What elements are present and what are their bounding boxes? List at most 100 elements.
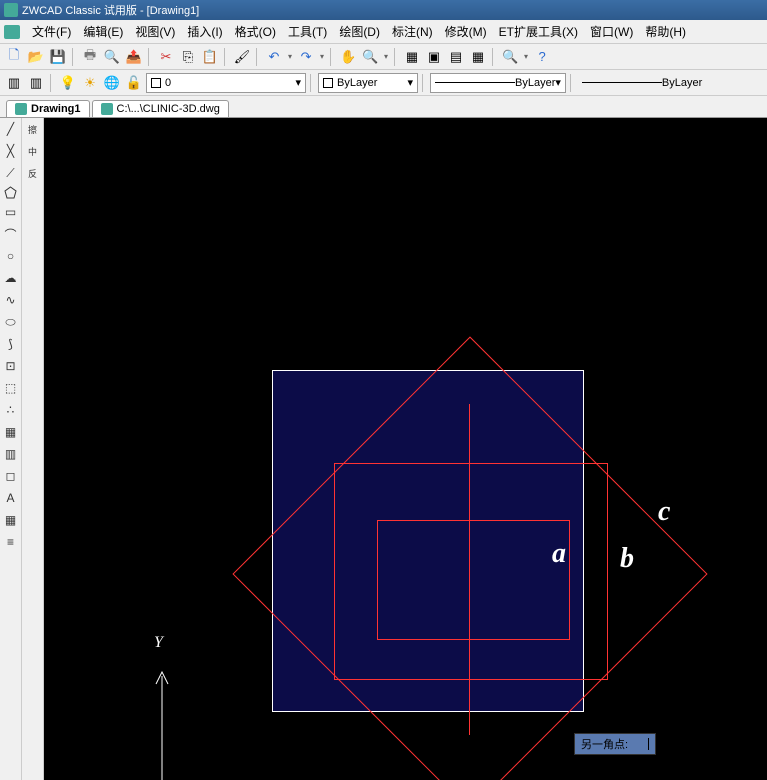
erase-icon[interactable]: 擦 — [24, 120, 42, 138]
props-button[interactable]: ▤ — [446, 47, 466, 67]
drawing-canvas[interactable]: a b c Y 另一角点: — [44, 118, 767, 780]
layer-states-button[interactable]: ▥ — [26, 73, 46, 93]
doc-icon[interactable] — [4, 25, 20, 39]
gradient-icon[interactable]: ▥ — [2, 445, 20, 463]
insert-block-icon[interactable]: ⊡ — [2, 357, 20, 375]
layer-toolbar: ▥ ▥ 💡 ☀ 🌐 🔓 0 ▾ ByLayer ▾ ByLayer ▾ ByLa… — [0, 70, 767, 96]
menu-dim[interactable]: 标注(N) — [386, 21, 439, 42]
redo-dropdown[interactable]: ▾ — [318, 52, 326, 61]
annotation-b: b — [620, 543, 634, 575]
zoom-button[interactable]: 🔍 — [500, 47, 520, 67]
zoom-dropdown[interactable]: ▾ — [522, 52, 530, 61]
preview-button[interactable]: 🔍 — [102, 47, 122, 67]
tab-drawing1[interactable]: Drawing1 — [6, 100, 90, 117]
rectangle-icon[interactable]: ▭ — [2, 203, 20, 221]
save-button[interactable]: 💾 — [48, 47, 68, 67]
menu-draw[interactable]: 绘图(D) — [333, 21, 386, 42]
open-button[interactable]: 📂 — [26, 47, 46, 67]
work-area: ╱ ╳ ⟋ ▭ ⌒ ○ ☁ ∿ ⬭ ⟆ ⊡ ⬚ ∴ ▦ ▥ ◻ A ▦ ≡ 擦 … — [0, 118, 767, 780]
hatch-icon[interactable]: ▦ — [2, 423, 20, 441]
print-button[interactable]: 🖶 — [80, 47, 100, 67]
linetype-combo[interactable]: ByLayer ▾ — [430, 73, 566, 93]
layer-combo[interactable]: 0 ▾ — [146, 73, 306, 93]
standard-toolbar: 🗋 📂 💾 🖶 🔍 📤 ✂ ⎘ 📋 🖌 ↶▾ ↷▾ ✋ 🔍▾ ▦ ▣ ▤ ▦ 🔍… — [0, 44, 767, 70]
zoom-rt-dropdown[interactable]: ▾ — [382, 52, 390, 61]
window-title: ZWCAD Classic 试用版 - [Drawing1] — [22, 2, 199, 18]
undo-button[interactable]: ↶ — [264, 47, 284, 67]
revcloud-icon[interactable]: ☁ — [2, 269, 20, 287]
layer-prev-button[interactable]: ▥ — [4, 73, 24, 93]
redo-button[interactable]: ↷ — [296, 47, 316, 67]
copy-icon[interactable]: 中 — [24, 142, 42, 160]
make-block-icon[interactable]: ⬚ — [2, 379, 20, 397]
lock-icon[interactable]: 🔓 — [124, 73, 144, 93]
polyline-icon[interactable]: ⟋ — [2, 164, 20, 182]
tab-clinic3d[interactable]: C:\...\CLINIC-3D.dwg — [92, 100, 229, 117]
lineweight-combo[interactable]: ByLayer — [578, 73, 706, 93]
dropdown-arrow-icon: ▾ — [407, 76, 413, 89]
paste-button[interactable]: 📋 — [200, 47, 220, 67]
annotation-a: a — [552, 538, 566, 570]
separator — [422, 74, 426, 92]
separator — [492, 48, 496, 66]
point-icon[interactable]: ∴ — [2, 401, 20, 419]
new-button[interactable]: 🗋 — [4, 47, 24, 67]
menu-insert[interactable]: 插入(I) — [181, 21, 228, 42]
separator — [72, 48, 76, 66]
help-button[interactable]: ? — [532, 47, 552, 67]
separator — [50, 74, 54, 92]
globe-icon[interactable]: 🌐 — [102, 73, 122, 93]
bylayer-combo[interactable]: ByLayer ▾ — [318, 73, 418, 93]
line-sample — [582, 78, 662, 88]
polygon-icon[interactable] — [4, 186, 17, 199]
lineweight-label: ByLayer — [662, 77, 702, 89]
axis-y-label: Y — [154, 634, 163, 652]
app-icon — [4, 3, 18, 17]
prompt-text: 另一角点: — [581, 736, 628, 752]
ellipse-arc-icon[interactable]: ⟆ — [2, 335, 20, 353]
match-button[interactable]: 🖌 — [232, 47, 252, 67]
cut-button[interactable]: ✂ — [156, 47, 176, 67]
menu-view[interactable]: 视图(V) — [129, 21, 181, 42]
region-icon[interactable]: ◻ — [2, 467, 20, 485]
text-icon[interactable]: A — [2, 489, 20, 507]
block-button[interactable]: ▣ — [424, 47, 444, 67]
command-prompt-tooltip: 另一角点: — [574, 733, 656, 755]
zoom-rt-button[interactable]: 🔍 — [360, 47, 380, 67]
cursor — [648, 738, 649, 750]
color-swatch — [323, 78, 333, 88]
menu-help[interactable]: 帮助(H) — [639, 21, 692, 42]
pan-button[interactable]: ✋ — [338, 47, 358, 67]
calc-button[interactable]: ▦ — [468, 47, 488, 67]
arc-icon[interactable]: ⌒ — [2, 225, 20, 243]
menu-ettools[interactable]: ET扩展工具(X) — [493, 21, 584, 42]
dropdown-arrow-icon: ▾ — [555, 76, 561, 89]
table-icon[interactable]: ▦ — [2, 511, 20, 529]
mirror-icon[interactable]: 反 — [24, 164, 42, 182]
menu-file[interactable]: 文件(F) — [26, 21, 77, 42]
line-icon[interactable]: ╱ — [2, 120, 20, 138]
separator — [224, 48, 228, 66]
menu-format[interactable]: 格式(O) — [229, 21, 282, 42]
menu-edit[interactable]: 编辑(E) — [77, 21, 129, 42]
xline-icon[interactable]: ╳ — [2, 142, 20, 160]
mline-icon[interactable]: ≡ — [2, 533, 20, 551]
menu-bar: 文件(F) 编辑(E) 视图(V) 插入(I) 格式(O) 工具(T) 绘图(D… — [0, 20, 767, 44]
menu-modify[interactable]: 修改(M) — [439, 21, 493, 42]
spline-icon[interactable]: ∿ — [2, 291, 20, 309]
publish-button[interactable]: 📤 — [124, 47, 144, 67]
copy-button[interactable]: ⎘ — [178, 47, 198, 67]
sun-icon[interactable]: ☀ — [80, 73, 100, 93]
ellipse-icon[interactable]: ⬭ — [2, 313, 20, 331]
draw-toolbar: ╱ ╳ ⟋ ▭ ⌒ ○ ☁ ∿ ⬭ ⟆ ⊡ ⬚ ∴ ▦ ▥ ◻ A ▦ ≡ — [0, 118, 22, 780]
circle-icon[interactable]: ○ — [2, 247, 20, 265]
separator — [148, 48, 152, 66]
bylayer-label: ByLayer — [337, 77, 377, 89]
dwg-icon — [101, 103, 113, 115]
bulb-icon[interactable]: 💡 — [58, 73, 78, 93]
layers-button[interactable]: ▦ — [402, 47, 422, 67]
undo-dropdown[interactable]: ▾ — [286, 52, 294, 61]
tab-label: Drawing1 — [31, 103, 81, 115]
menu-tools[interactable]: 工具(T) — [282, 21, 333, 42]
menu-window[interactable]: 窗口(W) — [584, 21, 639, 42]
